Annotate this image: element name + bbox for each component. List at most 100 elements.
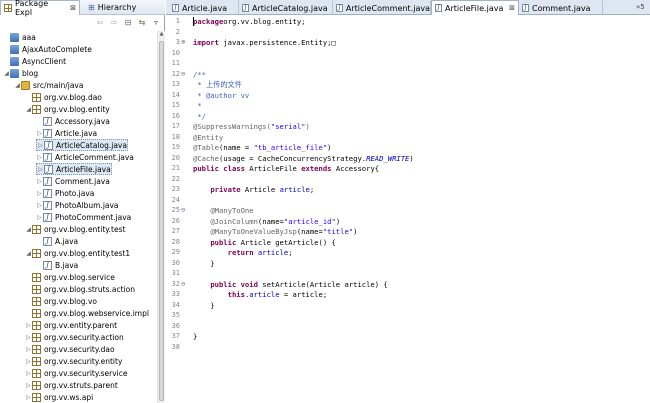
tree-item[interactable]: ▷ J Comment.java	[36, 175, 110, 187]
tree-item[interactable]: org.vv.blog.vo	[25, 295, 97, 307]
tree-item[interactable]: ◢ blog	[3, 67, 38, 79]
tab-articlecomment-java[interactable]: J ArticleComment.java	[333, 1, 431, 15]
expand-arrow-icon[interactable]: ▷	[37, 142, 44, 149]
tree-item[interactable]: ▷ J ArticleCatalog.java	[36, 139, 128, 151]
tree-item[interactable]: AjaxAutoComplete	[3, 43, 92, 55]
expand-arrow-icon[interactable]: ▷	[37, 166, 44, 173]
expand-fold-icon[interactable]: ⊕	[181, 38, 185, 46]
expand-arrow-icon[interactable]: ◢	[25, 226, 32, 233]
code-line[interactable]: @Table(name = "tb_article_file")	[193, 143, 332, 152]
back-arrow-icon[interactable]: ⇦	[95, 18, 105, 28]
tree-item[interactable]: org.vv.blog.service	[25, 271, 115, 283]
tree-item[interactable]: ▷ J ArticleComment.java	[36, 151, 134, 163]
code-token: READ_WRITE	[366, 153, 410, 163]
tree-item[interactable]: ▷ org.vv.security.action	[25, 331, 124, 343]
expand-arrow-icon[interactable]: ▷	[36, 130, 43, 137]
java-code-editor[interactable]: 1 packageorg.vv.blog.entity; 2 3 ⊕ import jav…	[166, 15, 650, 403]
code-line[interactable]: @JoinColumn(name="article_id")	[193, 217, 340, 226]
code-line[interactable]: import javax.persistence.Entity;□	[193, 38, 336, 47]
tab-package-explorer[interactable]: Package Expl ⊠	[0, 0, 80, 17]
tree-item[interactable]: J B.java	[36, 259, 78, 271]
tree-item[interactable]: ▷ org.vv.ws.api	[25, 391, 93, 403]
tab-hierarchy[interactable]: ⊞ Hierarchy	[85, 0, 163, 15]
expand-arrow-icon[interactable]: ▷	[36, 154, 43, 161]
code-line[interactable]: return article;	[193, 248, 293, 257]
tree-item[interactable]: AsyncClient	[3, 55, 66, 67]
code-line[interactable]: * 上传的文件	[193, 80, 242, 90]
tree-item[interactable]: ▷ J PhotoAlbum.java	[36, 199, 119, 211]
code-line[interactable]: @ManyToOne	[193, 206, 253, 215]
code-line[interactable]: /**	[193, 70, 206, 79]
code-line[interactable]: }	[193, 259, 214, 268]
code-line[interactable]: */	[193, 112, 206, 121]
code-line[interactable]: @SuppressWarnings("serial")	[193, 122, 310, 131]
expand-arrow-icon[interactable]: ◢	[3, 70, 10, 77]
expand-arrow-icon[interactable]: ▷	[25, 346, 32, 353]
code-token: public void	[210, 279, 258, 289]
collapse-fold-icon[interactable]: ⊖	[181, 280, 185, 288]
tree-item[interactable]: ▷ J ArticleFile.java	[36, 163, 112, 175]
tab-articlecatalog-java[interactable]: J ArticleCatalog.java	[239, 1, 333, 15]
expand-arrow-icon[interactable]: ◢	[14, 82, 21, 89]
tree-item[interactable]: ◢ org.vv.blog.entity.test1	[25, 247, 130, 259]
code-line[interactable]: }	[193, 332, 197, 341]
tab-article-java[interactable]: J Article.java	[169, 1, 239, 15]
expand-arrow-icon[interactable]: ▷	[25, 358, 32, 365]
code-line[interactable]: public class ArticleFile extends Accesso…	[193, 164, 379, 173]
view-menu-icon[interactable]: ▿	[151, 18, 161, 28]
tree-item[interactable]: ▷ org.vv.struts.parent	[25, 379, 118, 391]
code-line[interactable]: * @author vv	[193, 91, 249, 100]
expand-arrow-icon[interactable]: ◢	[25, 250, 32, 257]
tree-item[interactable]: aaa	[3, 31, 36, 43]
link-with-editor-icon[interactable]: ⇆	[137, 18, 147, 28]
tree-item[interactable]: org.vv.blog.webservice.impl	[25, 307, 149, 319]
forward-arrow-icon[interactable]: ⇨	[109, 18, 119, 28]
tree-item[interactable]: ◢ org.vv.blog.entity	[25, 103, 110, 115]
tree-item[interactable]: org.vv.blog.dao	[25, 91, 102, 103]
scrollbar-thumb[interactable]	[159, 41, 164, 401]
expand-arrow-icon[interactable]: ▷	[36, 202, 43, 209]
expand-arrow-icon[interactable]: ▷	[25, 334, 32, 341]
tree-item[interactable]: org.vv.blog.struts.action	[25, 283, 135, 295]
tab-overflow-indicator[interactable]: »5	[636, 3, 645, 11]
code-line[interactable]: @ManyToOneValueByJsp(name="title")	[193, 227, 357, 236]
tree-item[interactable]: ▷ org.vv.security.service	[25, 367, 128, 379]
tree-item[interactable]: ▷ J Article.java	[36, 127, 97, 139]
expand-arrow-icon[interactable]: ▷	[25, 382, 32, 389]
scroll-up-icon[interactable]: ▲	[158, 31, 165, 39]
code-line[interactable]: private Article article;	[193, 185, 314, 194]
tab-articlefile-java[interactable]: J ArticleFile.java ⊠	[431, 0, 519, 15]
tree-item[interactable]: ▷ org.vv.security.dao	[25, 343, 115, 355]
code-line[interactable]: public Article getArticle() {	[193, 238, 336, 247]
expand-arrow-icon[interactable]: ▷	[25, 322, 32, 329]
collapse-fold-icon[interactable]: ⊖	[181, 206, 185, 214]
expand-arrow-icon[interactable]: ▷	[36, 190, 43, 197]
expand-arrow-icon[interactable]: ▷	[25, 370, 32, 377]
explorer-scrollbar[interactable]: ▲	[157, 31, 165, 403]
expand-arrow-icon[interactable]: ▷	[25, 394, 32, 401]
java-file-icon: J	[435, 4, 442, 12]
tree-item[interactable]: ▷ org.vv.security.entity	[25, 355, 122, 367]
tree-item[interactable]: ▷ J Photo.java	[36, 187, 94, 199]
tree-item[interactable]: J Accessory.java	[36, 115, 110, 127]
tab-comment-java[interactable]: J Comment.java	[519, 1, 603, 15]
code-line[interactable]: this.article = article;	[193, 290, 328, 299]
tree-item[interactable]: ◢ org.vv.blog.entity.test	[25, 223, 125, 235]
tree-item[interactable]: ▷ org.vv.entity.parent	[25, 319, 117, 331]
expand-arrow-icon[interactable]: ▷	[36, 214, 43, 221]
tree-item[interactable]: ◢ src/main/java	[14, 79, 83, 91]
expand-arrow-icon[interactable]: ◢	[25, 106, 32, 113]
code-line[interactable]: @Entity	[193, 133, 223, 142]
tree-item[interactable]: J A.java	[36, 235, 78, 247]
collapse-fold-icon[interactable]: ⊖	[181, 70, 185, 78]
code-line[interactable]: @Cache(usage = CacheConcurrencyStrategy.…	[193, 154, 414, 163]
collapse-all-icon[interactable]: ⊟	[123, 18, 133, 28]
tree-item[interactable]: ▷ J PhotoComment.java	[36, 211, 131, 223]
code-line[interactable]: }	[193, 301, 214, 310]
code-line[interactable]: packageorg.vv.blog.entity;	[193, 17, 306, 26]
close-icon[interactable]: ⊠	[70, 4, 76, 12]
code-line[interactable]: public void setArticle(Article article) …	[193, 279, 387, 289]
expand-arrow-icon[interactable]: ▷	[36, 178, 43, 185]
code-line[interactable]: *	[193, 101, 201, 110]
close-icon[interactable]: ⊠	[509, 4, 515, 12]
